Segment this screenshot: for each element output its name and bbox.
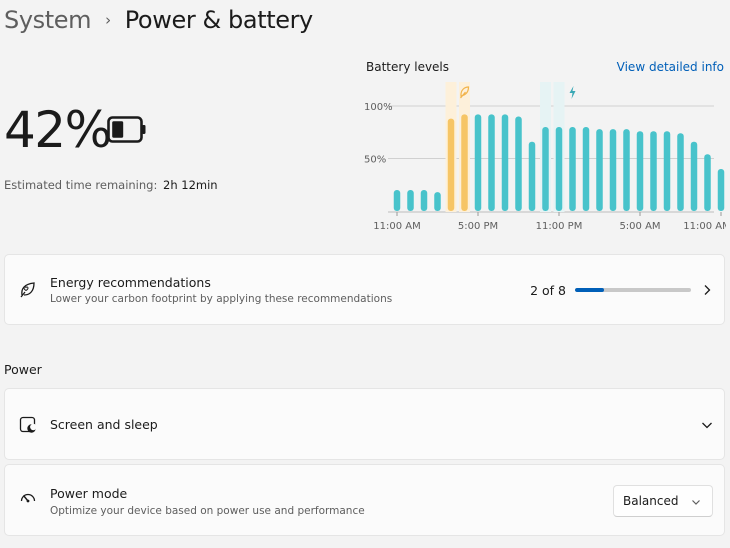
battery-bar — [650, 131, 657, 211]
battery-bar — [501, 114, 509, 211]
battery-bar — [474, 114, 482, 211]
energy-recommendations-card[interactable]: Energy recommendations Lower your carbon… — [4, 254, 725, 325]
battery-bar — [528, 141, 536, 211]
estimated-time-remaining: Estimated time remaining: 2h 12min — [4, 178, 218, 192]
energy-recommendations-title: Energy recommendations — [50, 275, 211, 290]
breadcrumb-system[interactable]: System — [4, 6, 92, 34]
chevron-down-icon[interactable] — [701, 420, 713, 430]
x-tick-label: 11:00 AM — [683, 221, 726, 232]
battery-bar — [393, 190, 401, 211]
energy-recommendations-subtitle: Lower your carbon footprint by applying … — [50, 293, 393, 305]
breadcrumb: System › Power & battery — [4, 2, 313, 38]
power-mode-dropdown[interactable]: Balanced — [613, 485, 713, 517]
power-mode-gauge-icon — [20, 493, 36, 503]
view-detailed-info-link[interactable]: View detailed info — [617, 60, 724, 74]
chevron-down-icon — [692, 500, 700, 505]
battery-bar — [420, 190, 428, 211]
battery-bar — [555, 127, 563, 211]
screen-sleep-icon — [19, 416, 37, 433]
battery-bar — [447, 118, 455, 211]
battery-bar — [663, 131, 671, 211]
x-tick-label: 5:00 AM — [619, 221, 660, 232]
screen-and-sleep-card[interactable]: Screen and sleep — [4, 388, 725, 460]
x-tick-label: 11:00 AM — [373, 221, 420, 232]
battery-bar — [515, 116, 522, 211]
x-tick-label: 5:00 PM — [458, 221, 498, 232]
chevron-right-icon[interactable] — [702, 284, 712, 296]
battery-bar — [407, 190, 414, 211]
battery-bar — [636, 131, 644, 211]
battery-bar — [582, 127, 590, 211]
battery-icon — [107, 116, 146, 143]
estimated-time-value: 2h 12min — [163, 178, 218, 192]
battery-bar — [461, 114, 468, 211]
battery-bar — [609, 129, 617, 211]
power-mode-subtitle: Optimize your device based on power use … — [50, 505, 365, 517]
breadcrumb-separator: › — [105, 11, 111, 29]
screen-and-sleep-title: Screen and sleep — [50, 417, 158, 432]
battery-bar — [596, 129, 603, 211]
leaf-heart-icon — [20, 282, 35, 298]
battery-bar — [569, 127, 576, 211]
battery-levels-title: Battery levels — [366, 60, 450, 74]
power-mode-selected-value: Balanced — [623, 494, 679, 508]
power-mode-card: Power mode Optimize your device based on… — [4, 464, 725, 536]
y-tick-label: 100% — [364, 102, 393, 113]
battery-levels-chart: 100% 50% 11:00 AM 5:00 PM 11:00 PM 5:00 AM 11:… — [364, 82, 726, 232]
battery-bar — [623, 129, 630, 211]
recommendations-progress-bar — [575, 288, 691, 292]
battery-bar — [690, 141, 698, 211]
battery-bar — [542, 127, 549, 211]
charging-bolt-icon — [569, 86, 576, 99]
recommendations-progress-label: 2 of 8 — [530, 283, 566, 298]
battery-bar — [717, 169, 725, 211]
power-mode-title: Power mode — [50, 486, 128, 501]
battery-bar — [704, 154, 711, 211]
recommendations-progress-fill — [575, 288, 604, 292]
page-title: Power & battery — [124, 6, 314, 34]
estimated-time-label: Estimated time remaining: — [4, 178, 158, 192]
battery-percentage: 42% — [4, 101, 112, 159]
battery-bar — [434, 192, 441, 211]
y-tick-label: 50% — [364, 155, 386, 166]
x-tick-label: 11:00 PM — [536, 221, 583, 232]
battery-bar — [488, 114, 495, 211]
power-section-title: Power — [4, 362, 42, 377]
battery-bar — [677, 133, 684, 211]
